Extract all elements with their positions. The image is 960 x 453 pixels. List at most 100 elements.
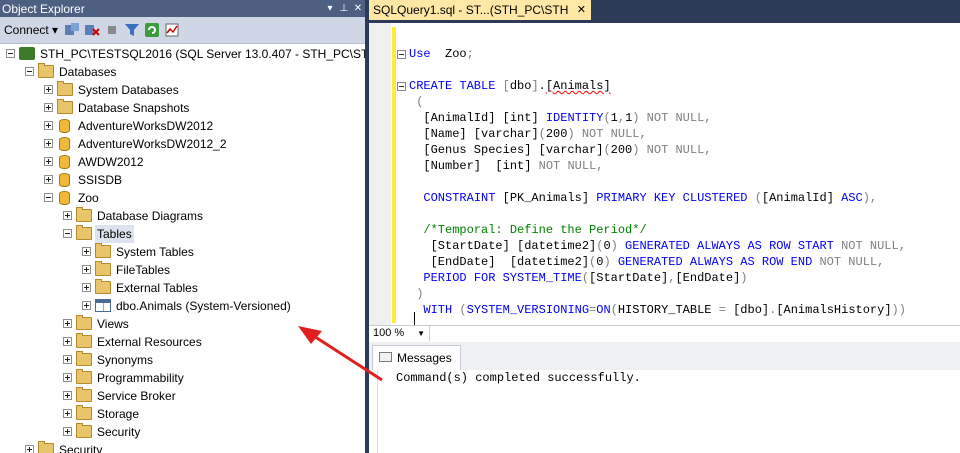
code-token: ( xyxy=(754,191,762,205)
tree-item[interactable]: dbo.Animals (System-Versioned) xyxy=(0,297,365,315)
connect-server-icon[interactable] xyxy=(64,22,80,38)
expand-icon[interactable] xyxy=(44,175,53,184)
code-line: [AnimalId] [int] IDENTITY(1,1) NOT NULL, xyxy=(409,110,711,126)
server-icon xyxy=(19,47,35,60)
code-token: , xyxy=(639,127,647,141)
tree-item[interactable]: Service Broker xyxy=(0,387,365,405)
tree-item[interactable]: System Tables xyxy=(0,243,365,261)
code-token: NOT NULL xyxy=(646,143,705,157)
tree-item[interactable]: SSISDB xyxy=(0,171,365,189)
expand-icon[interactable] xyxy=(82,283,91,292)
tab-messages-label: Messages xyxy=(397,351,452,365)
tree-item[interactable]: Synonyms xyxy=(0,351,365,369)
tree-item[interactable]: Security xyxy=(0,423,365,441)
code-token: [Number] [ xyxy=(409,159,503,173)
code-token: [EndDate] [datetime2] xyxy=(409,255,590,269)
tab-sqlquery1[interactable]: SQLQuery1.sql - ST...(STH_PC\STH (53))* … xyxy=(369,0,591,37)
code-token: CONSTRAINT xyxy=(423,191,496,205)
code-token: , xyxy=(704,143,712,157)
collapse-icon[interactable] xyxy=(6,49,15,58)
collapse-icon[interactable] xyxy=(25,67,34,76)
pin-icon[interactable]: ⊥ xyxy=(337,3,351,14)
tree-item[interactable]: Views xyxy=(0,315,365,333)
code-line: [Name] [varchar](200) NOT NULL, xyxy=(409,126,647,142)
code-token: ( xyxy=(610,303,618,317)
expand-icon[interactable] xyxy=(63,409,72,418)
close-icon[interactable]: ✕ xyxy=(351,3,365,14)
expand-icon[interactable] xyxy=(63,211,72,220)
tree-item[interactable]: Storage xyxy=(0,405,365,423)
code-line: Use Zoo; xyxy=(409,46,474,62)
code-token: ( xyxy=(603,111,611,125)
code-token: [Name] [ xyxy=(409,127,482,141)
results-tabstrip: Messages xyxy=(369,342,960,370)
expand-icon[interactable] xyxy=(63,373,72,382)
expand-icon[interactable] xyxy=(44,121,53,130)
expand-icon[interactable] xyxy=(82,265,91,274)
disconnect-icon[interactable] xyxy=(84,22,100,38)
tree-item[interactable]: External Resources xyxy=(0,333,365,351)
folder-icon xyxy=(76,351,92,366)
expand-icon[interactable] xyxy=(25,445,34,453)
object-explorer-tree: STH_PC\TESTSQL2016 (SQL Server 13.0.407 … xyxy=(0,45,365,453)
expand-icon[interactable] xyxy=(44,85,53,94)
connect-button[interactable]: Connect ▾ xyxy=(2,23,60,37)
tree-item[interactable]: Database Snapshots xyxy=(0,99,365,117)
code-token: [EndDate] xyxy=(675,271,741,285)
folder-icon xyxy=(76,369,92,384)
code-token: ) xyxy=(409,287,424,301)
tree-item[interactable]: Programmability xyxy=(0,369,365,387)
expand-icon[interactable] xyxy=(63,337,72,346)
tree-item[interactable]: AdventureWorksDW2012 xyxy=(0,117,365,135)
fold-toggle-icon[interactable] xyxy=(397,50,406,59)
code-token: , xyxy=(617,111,626,125)
expand-icon[interactable] xyxy=(63,319,72,328)
code-line: ( xyxy=(409,94,423,110)
collapse-icon[interactable] xyxy=(63,229,72,238)
expand-icon[interactable] xyxy=(44,139,53,148)
stop-icon[interactable] xyxy=(104,22,120,38)
code-line: /*Temporal: Define the Period*/ xyxy=(409,222,646,238)
tab-messages[interactable]: Messages xyxy=(372,345,461,370)
code-token: ) xyxy=(603,255,611,269)
fold-toggle-icon[interactable] xyxy=(397,82,406,91)
expand-icon[interactable] xyxy=(63,355,72,364)
folder-icon xyxy=(57,81,73,96)
tree-item[interactable]: AdventureWorksDW2012_2 xyxy=(0,135,365,153)
filter-icon[interactable] xyxy=(124,22,140,38)
code-token: NOT NULL xyxy=(646,111,705,125)
dropdown-arrow-icon[interactable]: ▾ xyxy=(323,3,337,14)
tree-item[interactable]: Databases xyxy=(0,63,365,81)
code-editor[interactable]: Use Zoo; CREATE TABLE [dbo].[Animals] ( [… xyxy=(369,23,960,325)
tree-item[interactable]: STH_PC\TESTSQL2016 (SQL Server 13.0.407 … xyxy=(0,45,365,63)
expand-icon[interactable] xyxy=(63,391,72,400)
folder-icon xyxy=(76,315,92,330)
expand-icon[interactable] xyxy=(63,427,72,436)
tree-item[interactable]: Zoo xyxy=(0,189,365,207)
tree-item[interactable]: Tables xyxy=(0,225,365,243)
tree-item[interactable]: Database Diagrams xyxy=(0,207,365,225)
tree-item[interactable]: AWDW2012 xyxy=(0,153,365,171)
zoom-dropdown[interactable]: 100 % ▼ xyxy=(373,326,430,341)
expand-icon[interactable] xyxy=(82,301,91,310)
code-token: [PK_Animals] xyxy=(495,191,597,205)
expand-icon[interactable] xyxy=(44,103,53,112)
code-token: [Genus Species] [ xyxy=(409,143,546,157)
tab-close-icon[interactable]: ✕ xyxy=(577,0,586,20)
tree-item[interactable]: External Tables xyxy=(0,279,365,297)
tree-item[interactable]: Security xyxy=(0,441,365,453)
collapse-icon[interactable] xyxy=(44,193,53,202)
code-token: ASC xyxy=(841,191,863,205)
expand-icon[interactable] xyxy=(44,157,53,166)
tree-item[interactable]: System Databases xyxy=(0,81,365,99)
tree-item[interactable]: FileTables xyxy=(0,261,365,279)
refresh-icon[interactable] xyxy=(144,22,160,38)
expand-icon[interactable] xyxy=(82,247,91,256)
code-token: ( xyxy=(603,143,611,157)
code-line: [Number] [int] NOT NULL, xyxy=(409,158,603,174)
activity-monitor-icon[interactable] xyxy=(164,22,180,38)
code-line: [StartDate] [datetime2](0) GENERATED ALW… xyxy=(409,238,906,254)
